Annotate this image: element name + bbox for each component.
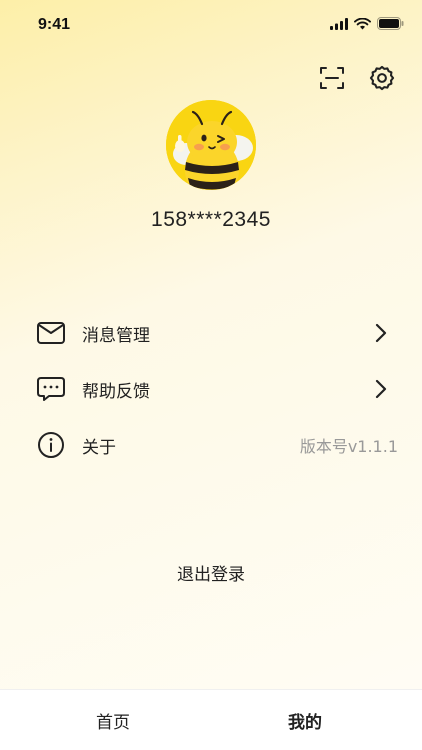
tab-bar: 首页 我的 — [0, 689, 422, 750]
tab-label: 首页 — [96, 713, 130, 733]
tab-label: 我的 — [288, 713, 322, 733]
scan-button[interactable] — [318, 64, 346, 92]
menu-list: 消息管理 帮助反馈 关于 版本号v1.1.1 — [0, 305, 422, 473]
cellular-signal-icon — [330, 17, 348, 30]
header-actions — [318, 64, 396, 92]
chevron-right-icon — [375, 323, 387, 343]
menu-item-label: 帮助反馈 — [82, 381, 150, 402]
user-phone-number: 158****2345 — [151, 208, 271, 231]
version-number: 版本号v1.1.1 — [299, 437, 398, 456]
logout-button[interactable]: 退出登录 — [0, 560, 422, 585]
mail-icon — [37, 322, 65, 344]
avatar[interactable] — [166, 100, 256, 190]
menu-item-label: 关于 — [82, 437, 116, 458]
menu-item-label: 消息管理 — [82, 325, 150, 346]
settings-gear-icon — [369, 65, 395, 91]
bee-mascot-avatar-icon — [166, 100, 256, 190]
tab-mine[interactable]: 我的 — [288, 703, 322, 733]
status-time: 9:41 — [38, 16, 71, 33]
scan-icon — [320, 67, 344, 89]
chevron-right-icon — [375, 379, 387, 399]
menu-item-messages[interactable]: 消息管理 — [0, 305, 422, 361]
battery-icon — [377, 17, 404, 30]
status-bar: 9:41 — [0, 0, 422, 52]
wifi-icon — [354, 17, 371, 29]
menu-item-help-feedback[interactable]: 帮助反馈 — [0, 361, 422, 417]
menu-item-about[interactable]: 关于 版本号v1.1.1 — [0, 417, 422, 473]
status-icons — [330, 17, 404, 30]
chat-bubble-icon — [37, 377, 65, 401]
settings-button[interactable] — [368, 64, 396, 92]
tab-home[interactable]: 首页 — [96, 708, 130, 733]
info-icon — [38, 432, 64, 458]
